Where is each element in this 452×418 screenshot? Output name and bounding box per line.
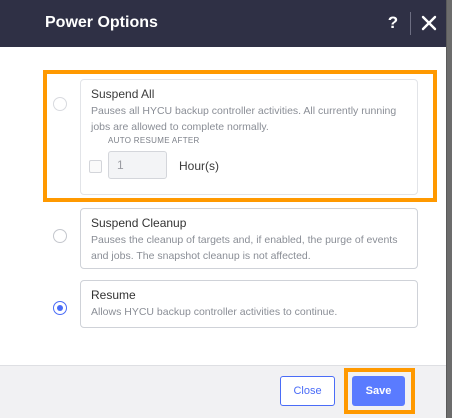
option-description: Pauses all HYCU backup controller activi…	[91, 105, 397, 133]
power-options-dialog: Power Options ? Suspend All Pauses all H…	[0, 0, 446, 418]
radio-resume[interactable]	[53, 301, 67, 315]
auto-resume-hours-input[interactable]	[108, 151, 167, 179]
close-icon[interactable]	[418, 12, 440, 34]
auto-resume-label: AUTO RESUME AFTER	[108, 136, 200, 145]
option-resume[interactable]: Resume Allows HYCU backup controller act…	[80, 280, 418, 328]
option-title: Suspend Cleanup	[91, 216, 187, 230]
header-divider	[410, 12, 411, 35]
option-description: Pauses the cleanup of targets and, if en…	[91, 234, 398, 262]
dialog-header: Power Options ?	[0, 0, 446, 47]
radio-suspend-cleanup[interactable]	[53, 229, 67, 243]
dialog-title: Power Options	[45, 14, 158, 31]
option-title: Suspend All	[91, 87, 155, 101]
option-description: Allows HYCU backup controller activities…	[91, 306, 338, 318]
auto-resume-unit: Hour(s)	[179, 159, 220, 173]
auto-resume-checkbox[interactable]	[89, 160, 102, 173]
save-button[interactable]: Save	[352, 376, 405, 406]
close-button[interactable]: Close	[280, 376, 335, 406]
help-button[interactable]: ?	[384, 11, 402, 35]
option-title: Resume	[91, 288, 136, 302]
radio-suspend-all[interactable]	[53, 97, 67, 111]
option-suspend-cleanup[interactable]: Suspend Cleanup Pauses the cleanup of ta…	[80, 208, 418, 269]
